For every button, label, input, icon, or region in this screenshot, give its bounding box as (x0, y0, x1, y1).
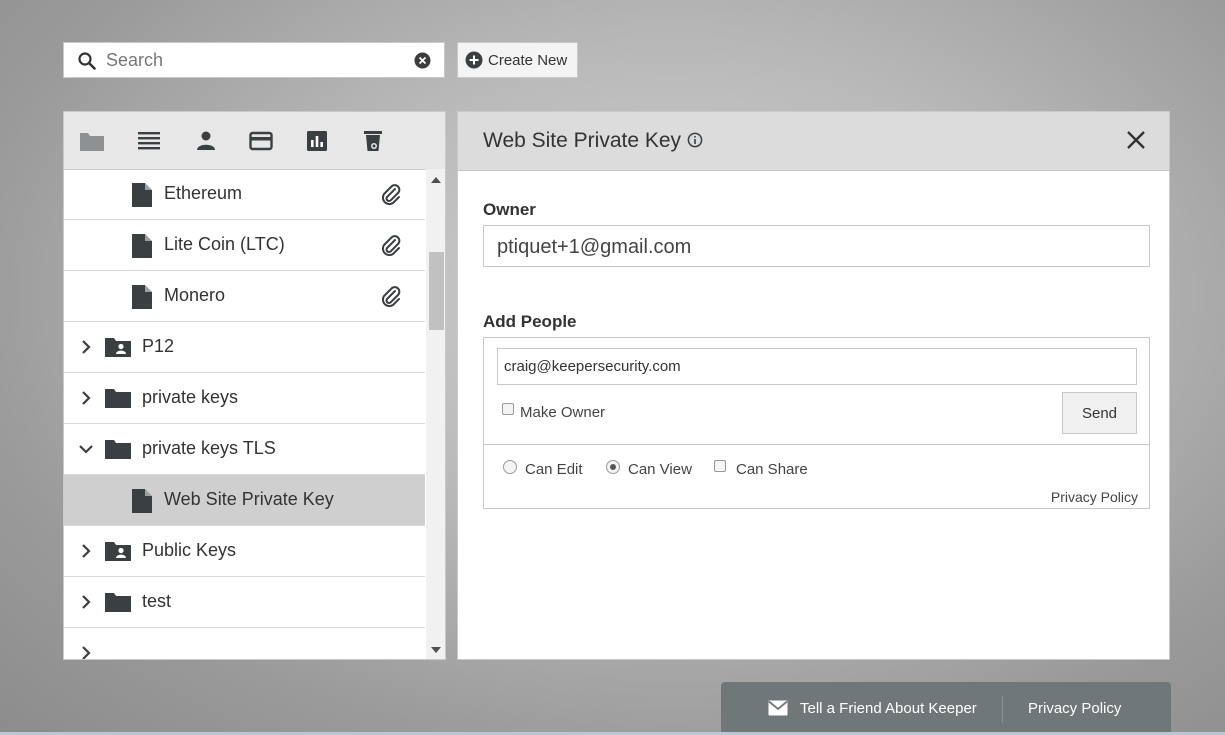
person-icon[interactable] (194, 130, 220, 152)
tree-item-test[interactable]: test (64, 577, 425, 628)
vault-tree: Ethereum Lite Coin (LTC) Monero P12 priv… (64, 169, 425, 659)
owner-field: ptiquet+1@gmail.com (483, 225, 1150, 267)
tree-item-label: Monero (164, 285, 226, 305)
search-bar[interactable] (63, 42, 445, 78)
tree-item-monero[interactable]: Monero (64, 271, 425, 322)
chevron-right-icon[interactable] (80, 645, 92, 659)
tree-item-private-keys-tls[interactable]: private keys TLS (64, 424, 425, 475)
close-icon[interactable] (1125, 129, 1147, 151)
make-owner-label: Make Owner (520, 404, 606, 421)
trash-icon[interactable] (361, 130, 387, 152)
folder-icon (104, 658, 132, 659)
tree-item-label: private keys TLS (142, 438, 276, 458)
tree-item-ethereum[interactable]: Ethereum (64, 169, 425, 220)
search-input[interactable] (106, 49, 426, 71)
create-new-button[interactable]: Create New (457, 42, 578, 78)
tree-item-label: Public Keys (142, 540, 237, 560)
bar-chart-icon[interactable] (305, 130, 331, 152)
tree-item-label: private keys (142, 387, 239, 407)
privacy-policy-link[interactable]: Privacy Policy (1051, 489, 1138, 505)
document-icon (131, 488, 153, 514)
can-edit-radio[interactable] (503, 460, 517, 474)
shared-folder-icon (104, 335, 132, 359)
document-icon (131, 182, 153, 208)
tree-item-p12[interactable]: P12 (64, 322, 425, 373)
tell-a-friend-link[interactable]: Tell a Friend About Keeper (800, 700, 977, 717)
tree-item-public-keys[interactable]: Public Keys (64, 526, 425, 577)
can-view-label: Can View (628, 461, 692, 478)
share-record-panel: Web Site Private Key Owner ptiquet+1@gma… (457, 111, 1170, 660)
divider (484, 444, 1149, 445)
scroll-thumb[interactable] (429, 252, 444, 330)
tree-item-web-site-private-key[interactable]: Web Site Private Key (64, 475, 425, 526)
chevron-right-icon[interactable] (80, 543, 92, 559)
can-edit-label: Can Edit (525, 461, 583, 478)
tree-item-partial[interactable] (64, 628, 425, 659)
shared-folder-icon (104, 539, 132, 563)
footer-divider (1002, 696, 1003, 723)
chevron-down-icon[interactable] (78, 443, 94, 455)
clear-search-icon[interactable] (414, 52, 431, 69)
scroll-down-arrow-icon[interactable] (431, 647, 441, 653)
add-people-box: Make Owner Send Can Edit Can View Can Sh… (483, 337, 1150, 509)
vault-tree-panel: Ethereum Lite Coin (LTC) Monero P12 priv… (63, 111, 446, 660)
tree-item-label: test (142, 591, 172, 611)
search-icon (78, 52, 96, 70)
list-icon[interactable] (137, 130, 163, 152)
can-share-label: Can Share (736, 461, 808, 478)
info-icon[interactable] (687, 132, 703, 148)
owner-label: Owner (483, 200, 536, 219)
chevron-right-icon[interactable] (80, 390, 92, 406)
document-icon (131, 233, 153, 259)
chevron-right-icon[interactable] (80, 594, 92, 610)
chevron-right-icon[interactable] (80, 339, 92, 355)
plus-circle-icon (465, 51, 483, 69)
panel-header: Web Site Private Key (458, 112, 1169, 171)
envelope-icon (768, 700, 788, 716)
tree-item-label: P12 (142, 336, 175, 356)
view-toolbar (64, 112, 445, 170)
folder-icon (104, 590, 132, 614)
send-button[interactable]: Send (1062, 392, 1137, 434)
tree-item-label: Ethereum (164, 183, 243, 203)
attachment-icon (380, 235, 402, 257)
tree-scrollbar[interactable] (426, 169, 445, 659)
add-people-label: Add People (483, 312, 577, 331)
attachment-icon (380, 184, 402, 206)
scroll-up-arrow-icon[interactable] (431, 177, 441, 183)
document-icon (131, 284, 153, 310)
make-owner-checkbox[interactable] (502, 403, 514, 415)
credit-card-icon[interactable] (249, 130, 275, 152)
tree-item-label: Lite Coin (LTC) (164, 234, 285, 254)
page-title: Web Site Private Key (483, 129, 682, 152)
tree-item-label: Web Site Private Key (164, 489, 334, 509)
create-new-label: Create New (488, 51, 568, 69)
can-view-radio[interactable] (606, 460, 620, 474)
tree-item-lite-coin[interactable]: Lite Coin (LTC) (64, 220, 425, 271)
tree-item-private-keys[interactable]: private keys (64, 373, 425, 424)
footer-privacy-policy-link[interactable]: Privacy Policy (1028, 700, 1121, 717)
footer-bar: Tell a Friend About Keeper Privacy Polic… (721, 682, 1171, 735)
can-share-checkbox[interactable] (714, 460, 726, 472)
folder-icon (104, 437, 132, 461)
attachment-icon (380, 286, 402, 308)
folder-icon (104, 386, 132, 410)
email-input[interactable] (497, 348, 1137, 385)
folder-icon[interactable] (79, 130, 105, 152)
